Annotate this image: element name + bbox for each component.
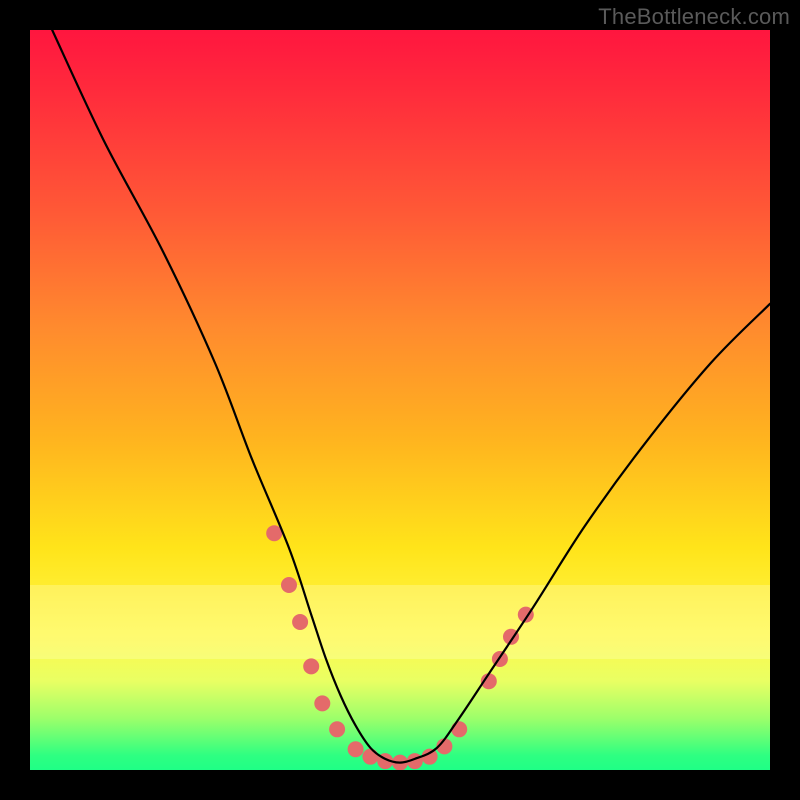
highlight-dot <box>348 741 364 757</box>
highlight-dot <box>329 721 345 737</box>
dots-group <box>266 525 534 770</box>
plot-area <box>30 30 770 770</box>
chart-frame: TheBottleneck.com <box>0 0 800 800</box>
highlight-dot <box>281 577 297 593</box>
highlight-dot <box>422 749 438 765</box>
highlight-dot <box>362 749 378 765</box>
highlight-dot <box>303 658 319 674</box>
curve-layer <box>30 30 770 770</box>
watermark-text: TheBottleneck.com <box>598 4 790 30</box>
bottleneck-curve-path <box>52 30 770 763</box>
highlight-dot <box>292 614 308 630</box>
highlight-dot <box>314 695 330 711</box>
highlight-dot <box>451 721 467 737</box>
